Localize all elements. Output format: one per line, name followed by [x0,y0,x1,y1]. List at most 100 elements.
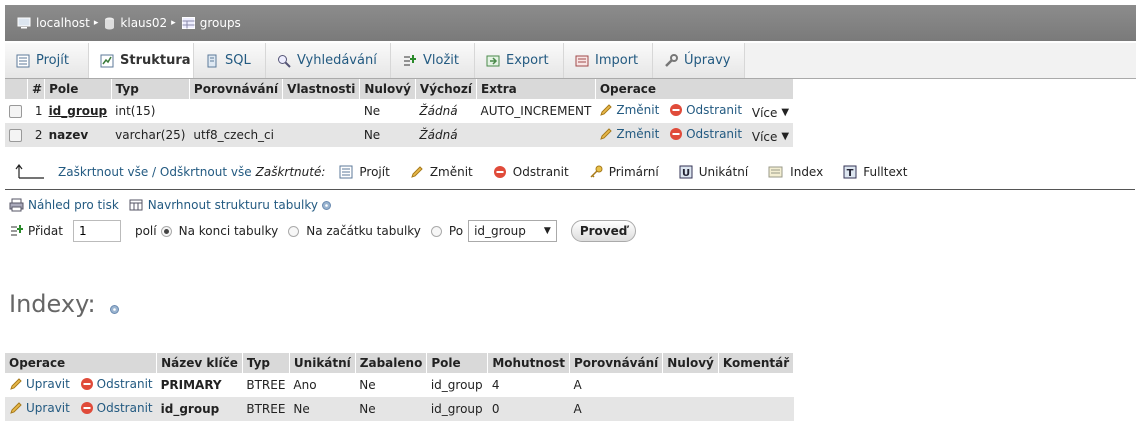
breadcrumb-table[interactable]: groups [181,16,241,30]
index-cardinality: 4 [487,373,570,397]
table-row: 1 id_group int(15) Ne Žádná AUTO_INCREME… [5,99,794,123]
caret-down-icon: ▼ [543,226,551,236]
add-columns-form: Přidat polí Na konci tabulky Na začátku … [9,220,637,242]
import-icon [575,54,589,68]
tab-insert[interactable]: Vložit [391,43,475,78]
change-button[interactable]: Změnit [599,103,659,117]
propose-structure-link[interactable]: Navrhnout strukturu tabulky [148,198,318,212]
col-comment: Komentář [718,353,795,373]
bulk-primary-button[interactable]: Primární [589,165,659,179]
drop-button[interactable]: Odstranit [669,103,742,117]
col-default: Výchozí [415,79,478,99]
col-name: Pole [44,79,112,99]
bulk-drop-button[interactable]: Odstranit [493,165,569,179]
delete-icon [669,103,683,117]
tab-browse[interactable]: Projít [5,43,89,78]
at-beginning-label[interactable]: Na začátku tabulky [306,224,421,238]
go-button[interactable]: Proveď [570,220,637,242]
bulk-browse-button[interactable]: Projít [339,165,390,179]
drop-button[interactable]: Odstranit [80,401,153,415]
col-type: Typ [111,79,190,99]
bulk-unique-button[interactable]: U Unikátní [679,165,748,179]
unique-icon: U [679,165,693,179]
arrow-up-icon [14,163,46,181]
more-dropdown[interactable]: Více ▼ [752,106,789,120]
index-column: id_group [426,397,488,421]
col-column: Pole [426,353,489,373]
print-row: Náhled pro tisk Navrhnout strukturu tabu… [9,198,331,212]
field-operations: Změnit Odstranit Více ▼ [595,123,794,147]
bulk-fulltext-button[interactable]: T Fulltext [843,165,907,179]
tab-search[interactable]: Vyhledávání [266,43,391,78]
row-checkbox[interactable] [5,99,28,123]
bulk-actions: Zaškrtnout vše / Odškrtnout vše Zaškrtnu… [14,161,907,183]
printer-icon [9,198,24,212]
index-null [662,397,719,421]
tab-sql[interactable]: SQL [194,43,266,78]
index-unique: Ano [289,373,356,397]
indexes-table: Operace Název klíče Typ Unikátní Zabalen… [5,353,795,421]
drop-button[interactable]: Odstranit [80,377,153,391]
svg-text:U: U [682,168,690,179]
divider [5,189,1135,190]
field-type: varchar(25) [111,123,190,147]
edit-button[interactable]: Upravit [9,401,70,415]
field-default: Žádná [415,123,477,147]
index-type: BTREE [242,397,290,421]
index-collation: A [569,397,663,421]
browse-icon [16,54,30,68]
edit-button[interactable]: Upravit [9,377,70,391]
caret-down-icon: ▼ [781,107,790,118]
field-name: id_group [44,99,112,123]
bulk-change-button[interactable]: Změnit [410,165,473,179]
drop-button[interactable]: Odstranit [669,127,742,141]
pencil-icon [599,103,613,117]
field-operations: Změnit Odstranit Více ▼ [595,99,794,123]
radio-at-end[interactable] [160,225,172,237]
col-checkbox [5,79,28,99]
col-num: # [27,79,46,99]
add-count-input[interactable] [72,220,121,242]
index-key-name: PRIMARY [156,373,243,397]
index-operations: Upravit Odstranit [5,397,157,421]
tab-bar: Projít Struktura SQL Vyhledávání Vložit … [5,43,1136,79]
tab-export[interactable]: Export [475,43,564,78]
after-column-select[interactable]: id_group ▼ [468,220,557,242]
radio-at-beginning[interactable] [288,225,300,237]
help-icon[interactable] [321,200,331,210]
index-key-name: id_group [156,397,243,421]
col-collation: Porovnávání [569,353,664,373]
after-label[interactable]: Po [449,224,463,238]
col-extra: Extra [476,79,596,99]
row-checkbox[interactable] [5,123,28,147]
indexes-header-row: Operace Název klíče Typ Unikátní Zabalen… [5,353,795,373]
radio-after[interactable] [430,225,442,237]
sql-icon [205,54,219,68]
database-icon [104,17,115,30]
change-button[interactable]: Změnit [599,127,659,141]
delete-icon [669,127,683,141]
breadcrumb-server[interactable]: localhost [17,16,90,30]
tab-import[interactable]: Import [564,43,653,78]
index-comment [718,397,794,421]
delete-icon [493,165,507,179]
caret-down-icon: ▼ [781,131,790,142]
at-end-label[interactable]: Na konci tabulky [179,224,279,238]
col-null: Nulový [662,353,719,373]
breadcrumb-database[interactable]: klaus02 [104,16,167,30]
field-null: Ne [359,99,416,123]
tab-structure[interactable]: Struktura [89,43,194,78]
more-dropdown[interactable]: Více ▼ [752,130,789,144]
svg-text:T: T [847,168,854,179]
server-icon [17,17,31,29]
bulk-index-button[interactable]: Index [768,165,823,179]
uncheck-all-link[interactable]: Odškrtnout vše [160,165,252,179]
print-view-link[interactable]: Náhled pro tisk [28,198,119,212]
field-extra: AUTO_INCREMENT [476,99,596,123]
col-cardinality: Mohutnost [487,353,571,373]
tab-operations[interactable]: Úpravy [653,43,745,78]
help-icon[interactable] [109,304,119,314]
search-icon [277,54,291,68]
check-all-link[interactable]: Zaškrtnout vše [58,165,148,179]
index-type: BTREE [242,373,290,397]
